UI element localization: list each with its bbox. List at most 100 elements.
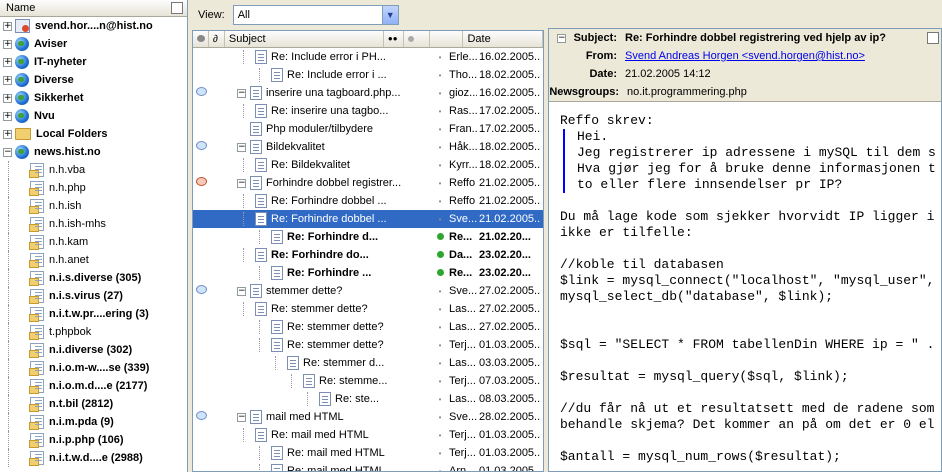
folder-item[interactable]: + svend.hor....n@hist.no — [0, 17, 187, 35]
message-row[interactable]: Re: Forhindre dobbel ... • Reffo 21.02.2005… — [193, 192, 543, 210]
read-status-cell[interactable]: • — [431, 53, 449, 62]
read-status-cell[interactable]: • — [431, 287, 449, 296]
expand-icon[interactable]: + — [3, 129, 12, 139]
message-row[interactable]: Re: Forhindre d... Re... 21.02.20... — [193, 228, 543, 246]
read-status-cell[interactable]: • — [431, 431, 449, 440]
expand-icon[interactable]: + — [3, 21, 12, 31]
date-column-header[interactable]: Date — [463, 31, 543, 47]
message-row[interactable]: Re: stemmer dette? • Terj... 01.03.2005... — [193, 336, 543, 354]
message-row[interactable]: Re: stemmer dette? • Las... 27.02.2005... — [193, 318, 543, 336]
folder-item[interactable]: t.phpbok — [0, 323, 187, 341]
sender-cell: Las... — [449, 321, 476, 333]
folder-item[interactable]: n.h.php — [0, 179, 187, 197]
message-row[interactable]: Re: stemmer d... • Las... 03.03.2005... — [193, 354, 543, 372]
message-row[interactable]: − Forhindre dobbel registrer... • Reffo 21.0… — [193, 174, 543, 192]
read-status-cell[interactable]: • — [431, 161, 449, 170]
expand-icon[interactable]: + — [3, 93, 12, 103]
folder-item[interactable]: n.h.ish — [0, 197, 187, 215]
message-row[interactable]: Re: inserire una tagbo... • Ras... 17.02.20… — [193, 102, 543, 120]
subject-column-header[interactable]: Subject — [225, 31, 384, 47]
read-status-cell[interactable]: • — [431, 413, 449, 422]
read-status-cell[interactable]: • — [431, 341, 449, 350]
folder-item[interactable]: + Local Folders — [0, 125, 187, 143]
read-status-cell[interactable]: • — [431, 305, 449, 314]
folder-item[interactable]: + Nvu — [0, 107, 187, 125]
collapse-thread-icon[interactable]: − — [237, 286, 246, 296]
folder-item[interactable]: + Aviser — [0, 35, 187, 53]
message-row[interactable]: Re: ste... • Las... 08.03.2005... — [193, 390, 543, 408]
folder-item[interactable]: n.i.o.m-w....se (339) — [0, 359, 187, 377]
read-status-cell[interactable]: • — [431, 125, 449, 134]
read-status-cell[interactable]: • — [431, 395, 449, 404]
thread-column-header[interactable] — [193, 31, 209, 47]
message-row[interactable]: − stemmer dette? • Sve... 27.02.2005... — [193, 282, 543, 300]
folder-item[interactable]: + Diverse — [0, 71, 187, 89]
expand-icon[interactable]: + — [3, 39, 12, 49]
message-row[interactable]: Re: mail med HTML • Terj... 01.03.2005... — [193, 426, 543, 444]
read-status-cell[interactable]: • — [431, 71, 449, 80]
watch-column-header[interactable]: ●● — [384, 31, 404, 47]
message-row[interactable]: Re: Include error i PH... • Erle... 16.02.2… — [193, 48, 543, 66]
close-pane-icon[interactable] — [927, 32, 939, 44]
message-row[interactable]: Re: mail med HTML • Arn... 01.03.2005... — [193, 462, 543, 472]
message-row[interactable]: Re: stemmer dette? • Las... 27.02.2005... — [193, 300, 543, 318]
chevron-down-icon[interactable]: ▼ — [381, 6, 398, 24]
folder-item[interactable]: − news.hist.no — [0, 143, 187, 161]
read-status-cell[interactable]: • — [431, 323, 449, 332]
read-status-cell[interactable] — [431, 268, 449, 278]
message-row[interactable]: Re: Forhindre ... Re... 23.02.20... — [193, 264, 543, 282]
folder-column-header[interactable]: Name — [6, 2, 35, 14]
folder-item[interactable]: n.h.kam — [0, 233, 187, 251]
view-select[interactable]: All ▼ — [232, 5, 399, 25]
folder-item[interactable]: n.i.o.m.d....e (2177) — [0, 377, 187, 395]
folder-item[interactable]: n.h.ish-mhs — [0, 215, 187, 233]
expand-icon[interactable]: + — [3, 75, 12, 85]
message-row[interactable]: Re: Bildekvalitet • Kyrr... 18.02.2005... — [193, 156, 543, 174]
message-row[interactable]: Re: mail med HTML • Terj... 01.03.2005... — [193, 444, 543, 462]
read-status-cell[interactable]: • — [431, 449, 449, 458]
read-status-cell[interactable]: • — [431, 467, 449, 472]
message-row[interactable]: Php moduler/tilbydere • Fran...17.02.2005.… — [193, 120, 543, 138]
folder-item[interactable]: n.i.t.w.pr....ering (3) — [0, 305, 187, 323]
read-status-cell[interactable]: • — [431, 107, 449, 116]
read-status-cell[interactable] — [431, 250, 449, 260]
collapse-thread-icon[interactable]: − — [237, 88, 246, 98]
folder-item[interactable]: n.i.t.w.d....e (2988) — [0, 449, 187, 467]
folder-item[interactable]: + Sikkerhet — [0, 89, 187, 107]
folder-item[interactable]: n.t.bil (2812) — [0, 395, 187, 413]
folder-item[interactable]: n.i.p.php (106) — [0, 431, 187, 449]
read-status-cell[interactable]: • — [431, 179, 449, 188]
message-row[interactable]: Re: Forhindre dobbel ... • Sve... 21.02.200… — [193, 210, 543, 228]
read-status-cell[interactable]: • — [431, 359, 449, 368]
read-status-cell[interactable]: • — [431, 143, 449, 152]
folder-item[interactable]: n.h.vba — [0, 161, 187, 179]
from-column-header[interactable] — [430, 31, 464, 47]
folder-item[interactable]: n.i.diverse (302) — [0, 341, 187, 359]
message-row[interactable]: − inserire una tagboard.php... • gioz... 16.… — [193, 84, 543, 102]
read-status-cell[interactable] — [431, 232, 449, 242]
message-row[interactable]: Re: stemme... • Terj... 07.03.2005... — [193, 372, 543, 390]
read-status-cell[interactable]: • — [431, 215, 449, 224]
folder-item[interactable]: n.i.s.diverse (305) — [0, 269, 187, 287]
close-pane-icon[interactable] — [171, 2, 183, 14]
folder-item[interactable]: + IT-nyheter — [0, 53, 187, 71]
collapse-thread-icon[interactable]: − — [237, 412, 246, 422]
from-link[interactable]: Svend Andreas Horgen <svend.horgen@hist.… — [625, 50, 865, 62]
unread-column-header[interactable] — [404, 31, 430, 47]
read-status-cell[interactable]: • — [431, 89, 449, 98]
collapse-thread-icon[interactable]: − — [237, 178, 246, 188]
folder-item[interactable]: n.h.anet — [0, 251, 187, 269]
expand-icon[interactable]: + — [3, 57, 12, 67]
folder-item[interactable]: n.i.s.virus (27) — [0, 287, 187, 305]
expand-icon[interactable]: + — [3, 111, 12, 121]
message-row[interactable]: Re: Forhindre do... Da... 23.02.20... — [193, 246, 543, 264]
message-row[interactable]: − Bildekvalitet • Håk... 18.02.2005... — [193, 138, 543, 156]
collapse-icon[interactable]: − — [3, 147, 12, 157]
read-status-cell[interactable]: • — [431, 377, 449, 386]
attachment-column-header[interactable]: ∂ — [209, 31, 225, 47]
message-row[interactable]: − mail med HTML • Sve... 28.02.2005... — [193, 408, 543, 426]
read-status-cell[interactable]: • — [431, 197, 449, 206]
folder-item[interactable]: n.i.m.pda (9) — [0, 413, 187, 431]
collapse-thread-icon[interactable]: − — [237, 142, 246, 152]
message-row[interactable]: Re: Include error i ... • Tho... 18.02.2005… — [193, 66, 543, 84]
